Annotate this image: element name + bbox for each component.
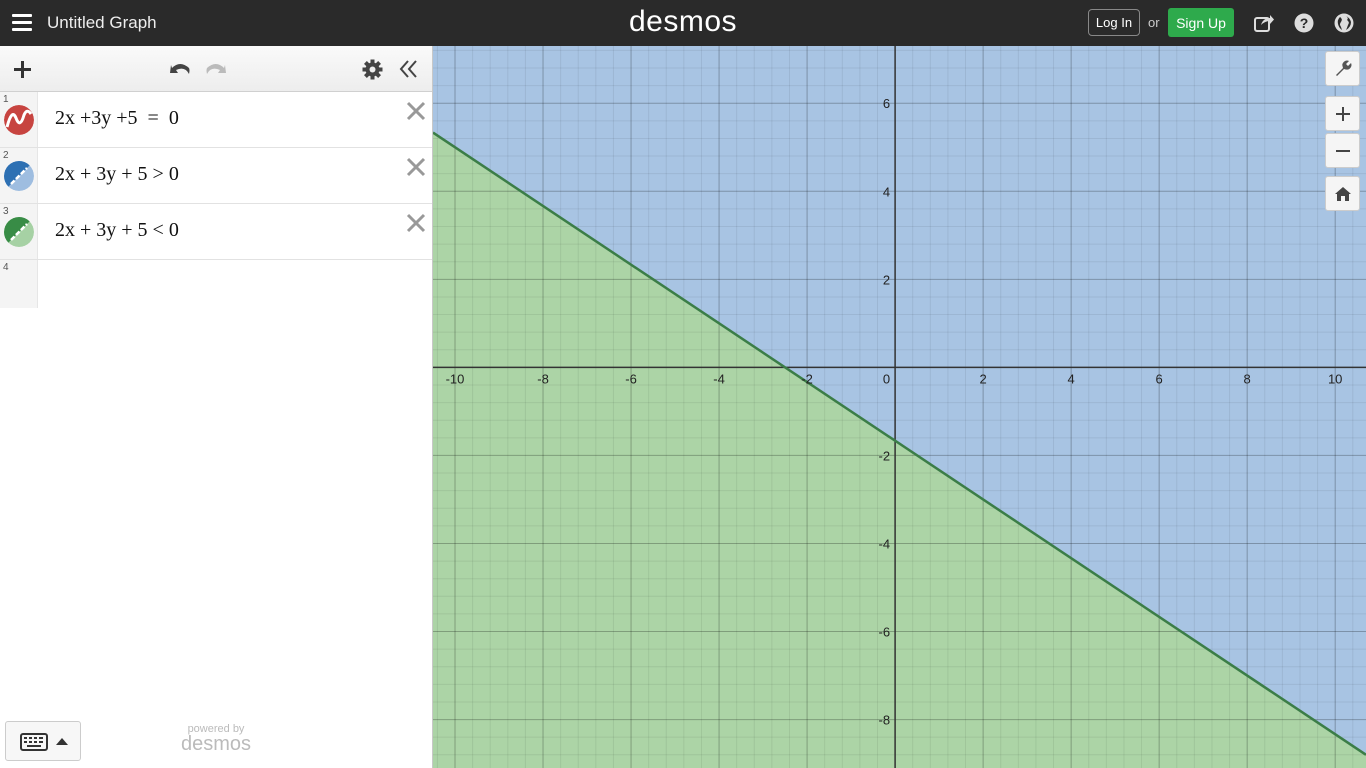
default-viewport-button[interactable] — [1325, 176, 1360, 211]
y-tick-label: -8 — [879, 713, 891, 728]
x-tick-label: 4 — [1068, 371, 1075, 386]
x-tick-label: -2 — [801, 371, 813, 386]
x-tick-label: 6 — [1156, 371, 1163, 386]
footer-logo: desmos — [180, 733, 252, 755]
undo-icon[interactable] — [168, 58, 192, 78]
graph-settings-button[interactable] — [1325, 51, 1360, 86]
expression-number: 3 — [3, 206, 9, 217]
zoom-out-icon — [1335, 149, 1350, 152]
graph-style-icon[interactable] — [4, 105, 34, 135]
expression-gutter: 3 — [0, 204, 38, 259]
expression-toolbar — [0, 46, 432, 92]
desmos-logo: desmos — [628, 5, 738, 38]
login-button[interactable]: Log In — [1088, 9, 1140, 36]
powered-by-desmos[interactable]: powered by desmos — [176, 723, 256, 755]
globe-icon[interactable] — [1333, 12, 1355, 34]
expression-row[interactable]: 3 2x + 3y + 5 < 0 — [0, 204, 432, 260]
y-tick-label: -4 — [879, 536, 891, 551]
home-icon — [1334, 186, 1351, 201]
graph-paper[interactable]: -10 -8 -6 -4 -2 0 2 4 6 8 10 6 4 2 -2 -4 -6 -8 — [433, 46, 1366, 768]
menu-icon[interactable] — [12, 14, 32, 32]
signup-button[interactable]: Sign Up — [1168, 8, 1234, 37]
y-tick-label: 2 — [883, 272, 890, 287]
y-tick-label: -2 — [879, 448, 891, 463]
shaded-region-icon[interactable] — [4, 161, 34, 191]
keyboard-toggle-button[interactable] — [5, 721, 81, 761]
help-icon[interactable]: ? — [1293, 12, 1315, 34]
expression-math[interactable]: 2x + 3y + 5 < 0 — [55, 219, 179, 242]
expression-gutter: 2 — [0, 148, 38, 203]
expression-row[interactable]: 1 2x +3y +5 = 0 — [0, 92, 432, 148]
expression-number: 1 — [3, 94, 9, 105]
x-tick-label: 0 — [883, 371, 890, 386]
expression-row[interactable]: 2 2x + 3y + 5 > 0 — [0, 148, 432, 204]
delete-icon[interactable] — [405, 156, 427, 178]
x-tick-label: -4 — [713, 371, 725, 386]
expression-math[interactable]: 2x + 3y + 5 > 0 — [55, 163, 179, 186]
x-tick-label: 2 — [980, 371, 987, 386]
expression-list: 1 2x +3y +5 = 0 2 2x + 3y + 5 > 0 3 2x +… — [0, 92, 432, 308]
top-bar: Untitled Graph desmos Log In or Sign Up … — [0, 0, 1366, 46]
shaded-region-icon[interactable] — [4, 217, 34, 247]
x-tick-label: -8 — [537, 371, 549, 386]
share-icon[interactable] — [1253, 12, 1275, 34]
zoom-in-button[interactable] — [1325, 96, 1360, 131]
zoom-out-button[interactable] — [1325, 133, 1360, 168]
or-text: or — [1148, 15, 1160, 30]
delete-icon[interactable] — [405, 100, 427, 122]
zoom-in-icon — [1335, 106, 1350, 121]
x-tick-label: 8 — [1244, 371, 1251, 386]
add-icon[interactable] — [12, 59, 33, 80]
x-tick-label: -10 — [446, 371, 465, 386]
y-tick-label: 6 — [883, 96, 890, 111]
graph-title[interactable]: Untitled Graph — [47, 13, 157, 33]
delete-icon[interactable] — [405, 212, 427, 234]
expression-panel: 1 2x +3y +5 = 0 2 2x + 3y + 5 > 0 3 2x +… — [0, 46, 433, 768]
wrench-icon — [1335, 60, 1351, 76]
redo-icon[interactable] — [204, 58, 228, 78]
expression-number: 4 — [3, 262, 9, 273]
svg-text:?: ? — [1300, 15, 1309, 31]
x-tick-label: 10 — [1328, 371, 1342, 386]
x-tick-label: -6 — [625, 371, 637, 386]
settings-icon[interactable] — [362, 59, 383, 80]
y-tick-label: 4 — [883, 184, 890, 199]
graph-canvas[interactable]: -10 -8 -6 -4 -2 0 2 4 6 8 10 6 4 2 -2 -4 -6 -8 — [433, 46, 1366, 768]
expression-math[interactable]: 2x +3y +5 = 0 — [55, 107, 179, 130]
expression-gutter: 1 — [0, 92, 38, 147]
empty-expression-row[interactable]: 4 — [0, 260, 432, 308]
expression-gutter: 4 — [0, 260, 38, 308]
collapse-icon[interactable] — [399, 59, 419, 79]
keyboard-icon — [20, 733, 48, 751]
expression-number: 2 — [3, 150, 9, 161]
y-tick-label: -6 — [879, 625, 891, 640]
caret-up-icon — [56, 738, 68, 745]
